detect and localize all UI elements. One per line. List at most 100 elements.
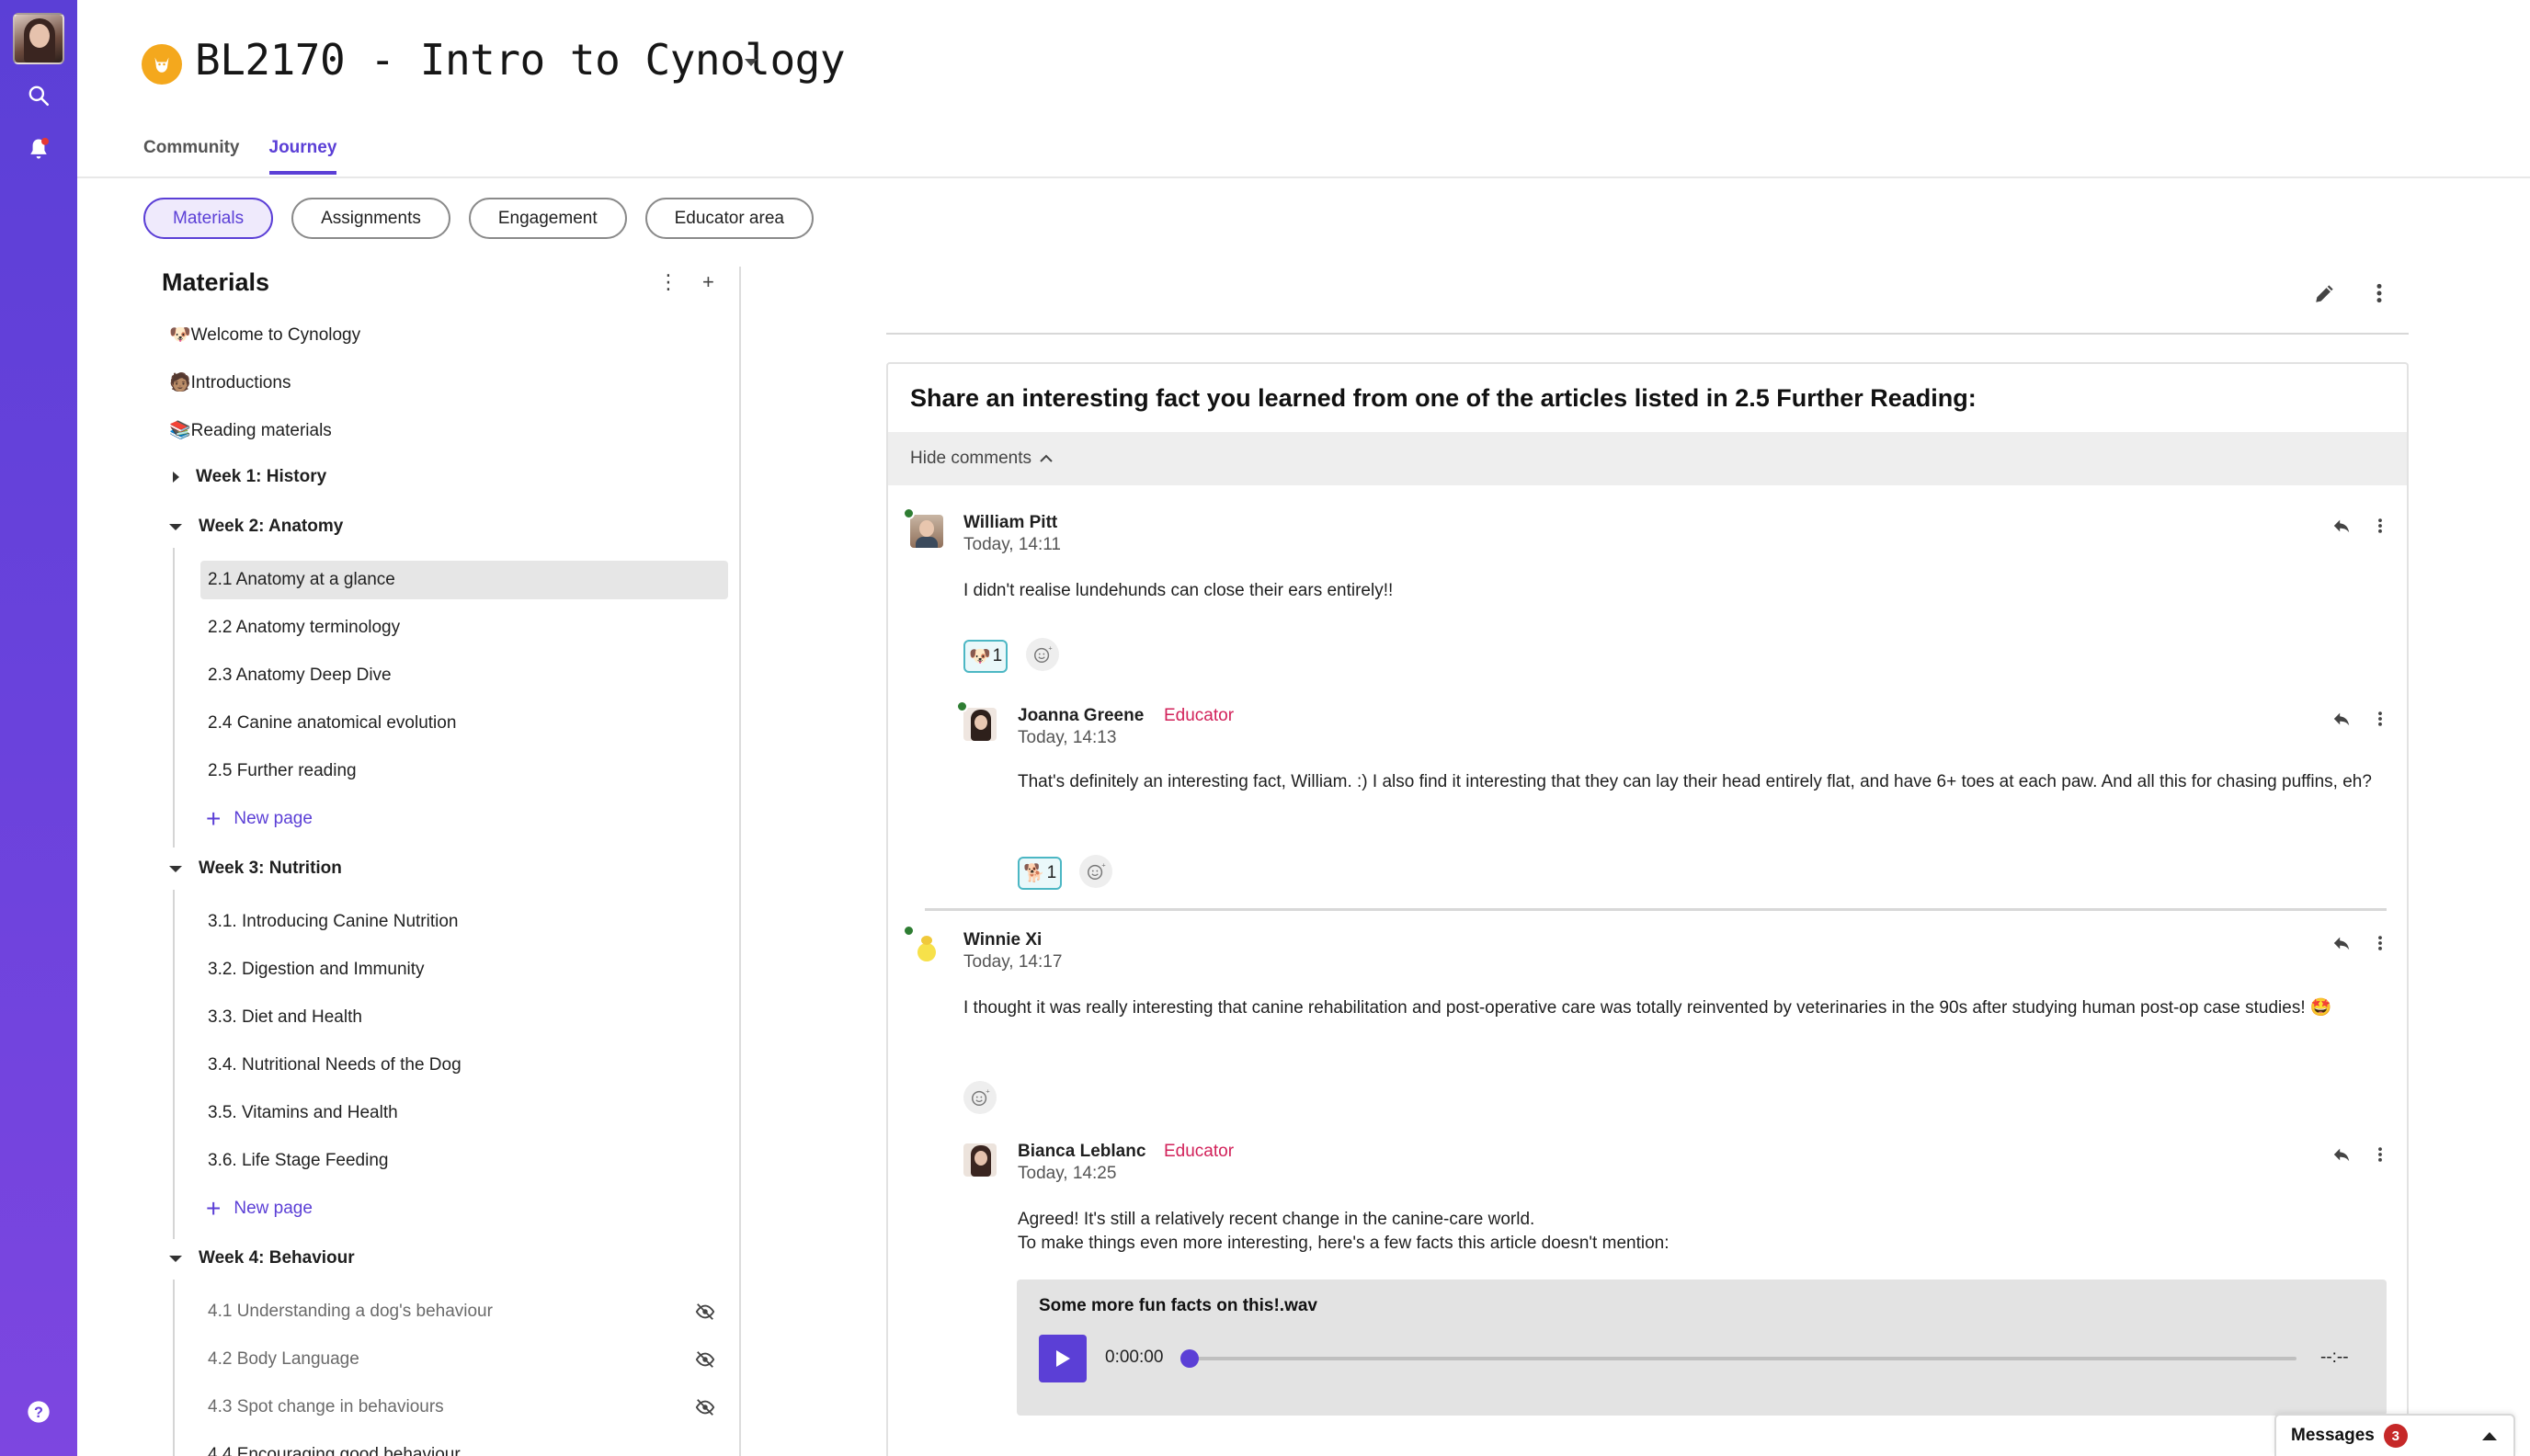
messages-dock[interactable]: Messages 3 xyxy=(2274,1414,2515,1456)
sidebar-page-2-2[interactable]: 2.2 Anatomy terminology xyxy=(200,609,728,647)
bell-icon[interactable] xyxy=(22,132,55,165)
sidebar-page-3-3[interactable]: 3.3. Diet and Health xyxy=(200,998,728,1037)
audio-filename: Some more fun facts on this!.wav xyxy=(1039,1296,1317,1315)
hidden-eye-icon[interactable] xyxy=(695,1349,715,1375)
more-options-icon[interactable]: ⋮ xyxy=(658,270,678,294)
add-reaction-icon[interactable]: + xyxy=(963,1081,997,1114)
app-rail: ? xyxy=(0,0,77,1456)
sidebar-page-3-5[interactable]: 3.5. Vitamins and Health xyxy=(200,1094,728,1132)
chevron-right-icon xyxy=(173,472,179,483)
messages-label: Messages xyxy=(2291,1426,2375,1445)
avatar-face xyxy=(29,24,50,48)
week-label: Week 4: Behaviour xyxy=(199,1248,355,1268)
reaction-badge[interactable]: 🐶 1 xyxy=(963,640,1009,673)
week-3-guide-line xyxy=(173,890,175,1239)
add-icon[interactable]: + xyxy=(702,270,714,294)
sidebar-page-4-4[interactable]: 4.4 Encouraging good behaviour xyxy=(200,1436,728,1456)
audio-current-time: 0:00:00 xyxy=(1105,1348,1164,1367)
sidebar-page-2-3[interactable]: 2.3 Anatomy Deep Dive xyxy=(200,656,728,695)
new-page-button-week-3[interactable]: + New page xyxy=(206,1196,313,1222)
play-button[interactable] xyxy=(1039,1335,1087,1382)
page-label: 4.1 Understanding a dog's behaviour xyxy=(208,1302,493,1321)
new-page-button-week-2[interactable]: + New page xyxy=(206,806,313,832)
user-avatar[interactable] xyxy=(13,13,64,64)
comment-author[interactable]: Bianca Leblanc xyxy=(1018,1142,1145,1162)
educator-badge: Educator xyxy=(1164,706,1235,725)
page-label: 4.2 Body Language xyxy=(208,1349,359,1369)
sidebar-page-3-6[interactable]: 3.6. Life Stage Feeding xyxy=(200,1142,728,1180)
post-actions xyxy=(2313,281,2383,310)
comment-author[interactable]: Joanna Greene xyxy=(1018,706,1144,726)
tab-community[interactable]: Community xyxy=(143,138,240,175)
avatar[interactable] xyxy=(963,1143,997,1177)
more-options-icon[interactable] xyxy=(2377,1145,2383,1168)
comment-body: I thought it was really interesting that… xyxy=(963,998,2332,1018)
sidebar-page-4-3[interactable]: 4.3 Spot change in behaviours xyxy=(200,1388,728,1427)
reply-icon[interactable] xyxy=(2331,934,2352,957)
sidebar-page-3-4[interactable]: 3.4. Nutritional Needs of the Dog xyxy=(200,1046,728,1085)
comment-body: That's definitely an interesting fact, W… xyxy=(1018,772,2372,791)
pill-assignments[interactable]: Assignments xyxy=(291,198,450,239)
pill-educator-area[interactable]: Educator area xyxy=(644,198,814,239)
sidebar-page-2-5[interactable]: 2.5 Further reading xyxy=(200,752,728,791)
comment-timestamp: Today, 14:11 xyxy=(963,535,1061,554)
sidebar-item-welcome[interactable]: 🐶Welcome to Cynology xyxy=(169,324,360,346)
audio-seek-track[interactable] xyxy=(1190,1357,2296,1360)
chevron-down-icon xyxy=(169,865,182,872)
sidebar-week-2[interactable]: Week 2: Anatomy xyxy=(169,517,343,537)
week-4-guide-line xyxy=(173,1280,175,1456)
add-reaction-icon[interactable]: + xyxy=(1026,638,1059,671)
course-switcher-chevron-icon[interactable] xyxy=(745,59,758,66)
page-label: 4.3 Spot change in behaviours xyxy=(208,1397,444,1416)
unread-count-badge: 3 xyxy=(2383,1424,2408,1448)
sidebar-page-4-2[interactable]: 4.2 Body Language xyxy=(200,1340,728,1379)
week-label: Week 2: Anatomy xyxy=(199,517,344,536)
materials-sidebar: Materials ⋮ + 🐶Welcome to Cynology 🧑🏽Int… xyxy=(143,267,741,1456)
comment-body-line-2: To make things even more interesting, he… xyxy=(1018,1234,1670,1253)
sidebar-page-4-1[interactable]: 4.1 Understanding a dog's behaviour xyxy=(200,1292,728,1331)
sidebar-item-introductions[interactable]: 🧑🏽Introductions xyxy=(169,371,291,393)
search-icon[interactable] xyxy=(22,79,55,112)
add-reaction-icon[interactable]: + xyxy=(1079,855,1112,888)
avatar[interactable] xyxy=(963,708,997,741)
more-options-icon[interactable] xyxy=(2377,517,2383,540)
hide-comments-toggle[interactable]: Hide comments xyxy=(910,449,1054,469)
comments-bar: Hide comments xyxy=(888,432,2407,485)
sidebar-item-reading-materials[interactable]: 📚Reading materials xyxy=(169,419,332,441)
online-status-dot xyxy=(956,700,968,712)
post-divider xyxy=(886,333,2409,335)
comment-author[interactable]: Winnie Xi xyxy=(963,930,1042,950)
sidebar-week-4[interactable]: Week 4: Behaviour xyxy=(169,1248,355,1268)
pill-engagement[interactable]: Engagement xyxy=(468,198,627,239)
chevron-up-icon[interactable] xyxy=(2482,1431,2497,1440)
reply-icon[interactable] xyxy=(2331,710,2352,733)
hidden-eye-icon[interactable] xyxy=(695,1302,715,1327)
thread-separator xyxy=(925,908,2387,911)
reply-icon[interactable] xyxy=(2331,1145,2352,1168)
tab-journey[interactable]: Journey xyxy=(268,138,337,175)
reaction-count: 1 xyxy=(992,646,1003,665)
pill-materials[interactable]: Materials xyxy=(143,198,274,239)
sidebar-page-2-4[interactable]: 2.4 Canine anatomical evolution xyxy=(200,704,728,743)
help-icon[interactable]: ? xyxy=(22,1395,55,1428)
pencil-icon[interactable] xyxy=(2313,281,2337,310)
sidebar-week-3[interactable]: Week 3: Nutrition xyxy=(169,859,342,879)
new-page-label: New page xyxy=(234,1199,313,1218)
avatar[interactable] xyxy=(910,932,943,965)
sidebar-page-3-1[interactable]: 3.1. Introducing Canine Nutrition xyxy=(200,903,728,941)
more-options-icon[interactable] xyxy=(2376,281,2383,310)
svg-text:+: + xyxy=(986,1087,989,1095)
avatar[interactable] xyxy=(910,515,943,548)
week-label: Week 3: Nutrition xyxy=(199,859,342,878)
more-options-icon[interactable] xyxy=(2377,934,2383,957)
reply-icon[interactable] xyxy=(2331,517,2352,540)
course-header: BL2170 - Intro to Cynology Community Jou… xyxy=(77,0,2530,178)
reaction-badge[interactable]: 🐕 1 xyxy=(1018,857,1063,890)
comment-author[interactable]: William Pitt xyxy=(963,513,1057,533)
sidebar-page-3-2[interactable]: 3.2. Digestion and Immunity xyxy=(200,950,728,989)
more-options-icon[interactable] xyxy=(2377,710,2383,733)
audio-seek-thumb[interactable] xyxy=(1180,1349,1199,1368)
hidden-eye-icon[interactable] xyxy=(695,1397,715,1423)
sidebar-week-1[interactable]: Week 1: History xyxy=(169,467,326,487)
sidebar-page-2-1[interactable]: 2.1 Anatomy at a glance xyxy=(200,561,728,599)
